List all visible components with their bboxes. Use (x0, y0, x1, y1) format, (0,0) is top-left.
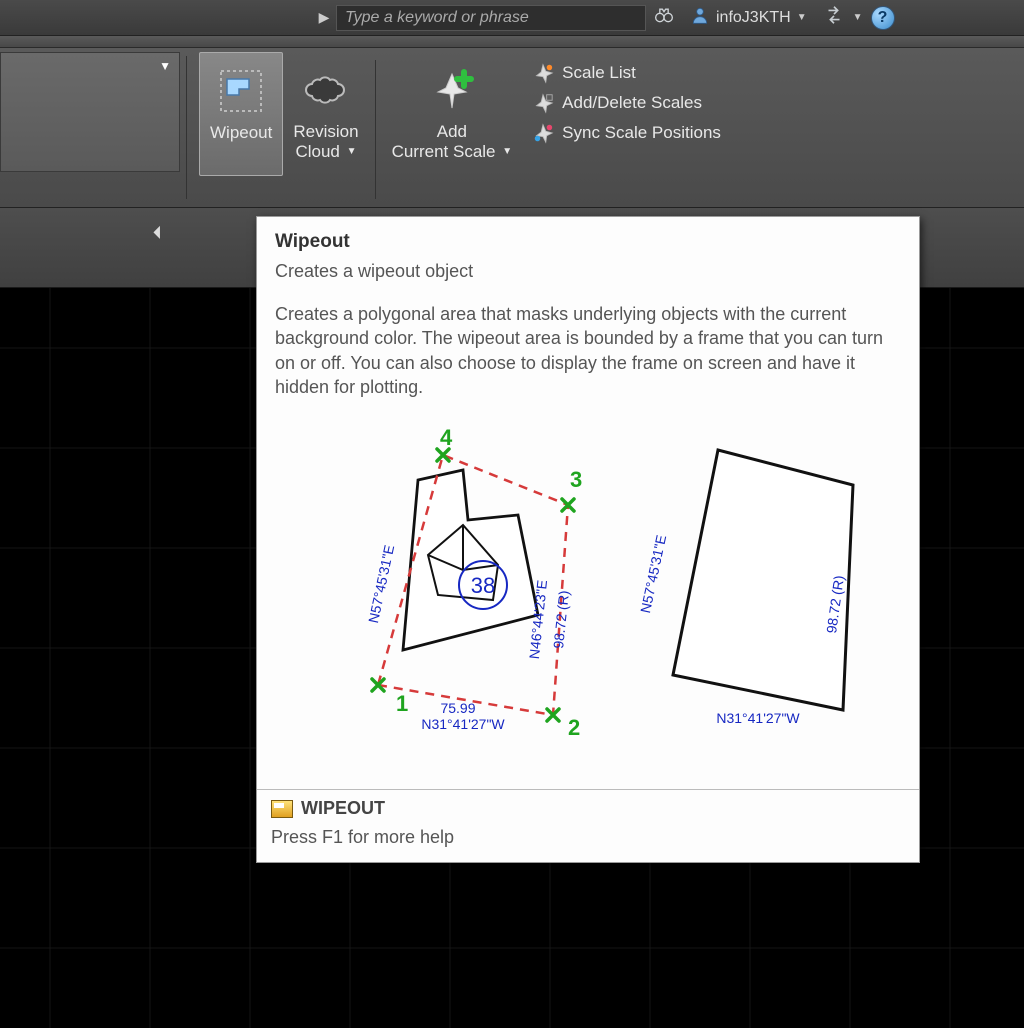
svg-text:2: 2 (568, 715, 580, 740)
chevron-down-icon: ▼ (159, 59, 171, 73)
revision-cloud-label-l2: Cloud (295, 142, 339, 161)
binoculars-icon[interactable] (654, 5, 674, 30)
svg-text:N31°41'27"W: N31°41'27"W (421, 716, 505, 732)
person-icon (690, 5, 710, 30)
ribbon: ▼ Wipeout Revision Cloud ▼ (0, 48, 1024, 208)
revision-cloud-button[interactable]: Revision Cloud ▼ (283, 52, 368, 176)
title-bar: ▶ Type a keyword or phrase infoJ3KTH ▼ ▼… (0, 0, 1024, 36)
wipeout-icon (215, 59, 267, 123)
search-input[interactable]: Type a keyword or phrase (336, 5, 646, 31)
ribbon-panel-dropdown[interactable]: ▼ (0, 52, 180, 172)
tab-strip (0, 36, 1024, 48)
scale-list-button[interactable]: Scale List (532, 62, 721, 84)
tooltip-long-desc: Creates a polygonal area that masks unde… (275, 302, 901, 399)
svg-text:N57°45'31"E: N57°45'31"E (637, 534, 669, 615)
scale-list-icon (532, 62, 554, 84)
menu-play-icon[interactable]: ▶ (312, 6, 336, 30)
add-scale-label-l2: Current Scale (392, 142, 496, 161)
tooltip-title: Wipeout (275, 231, 901, 253)
tooltip-panel: Wipeout Creates a wipeout object Creates… (256, 216, 920, 863)
lot-number: 38 (471, 573, 495, 598)
chevron-down-icon: ▼ (797, 12, 807, 23)
svg-text:1: 1 (396, 691, 408, 716)
help-icon[interactable]: ? (871, 6, 895, 30)
tooltip-short-desc: Creates a wipeout object (275, 261, 901, 282)
divider (375, 60, 376, 199)
add-delete-scales-button[interactable]: Add/Delete Scales (532, 92, 721, 114)
exchange-icon[interactable] (823, 4, 845, 31)
chevron-down-icon: ▼ (853, 12, 863, 23)
command-icon (271, 800, 293, 818)
add-current-scale-button[interactable]: Add Current Scale ▼ (382, 52, 523, 176)
svg-text:98.72 (R): 98.72 (R) (550, 590, 572, 650)
chevron-down-icon: ▼ (502, 146, 512, 157)
dialog-launcher-icon[interactable]: ◢ (152, 225, 168, 241)
divider (186, 56, 187, 199)
tooltip-help-hint: Press F1 for more help (271, 827, 905, 848)
svg-text:N57°45'31"E: N57°45'31"E (365, 544, 397, 625)
scale-list-label: Scale List (562, 63, 636, 83)
user-account-button[interactable]: infoJ3KTH ▼ (682, 3, 815, 32)
add-scale-label-l1: Add (437, 122, 467, 141)
sync-scale-positions-button[interactable]: Sync Scale Positions (532, 122, 721, 144)
chevron-down-icon: ▼ (347, 146, 357, 157)
add-scale-icon (424, 58, 480, 122)
svg-text:4: 4 (440, 425, 453, 450)
revision-cloud-icon (298, 58, 354, 122)
svg-text:3: 3 (570, 467, 582, 492)
add-delete-scales-icon (532, 92, 554, 114)
svg-text:N31°41'27"W: N31°41'27"W (716, 710, 800, 726)
username-label: infoJ3KTH (716, 9, 791, 27)
revision-cloud-label-l1: Revision (293, 122, 358, 141)
svg-text:75.99: 75.99 (440, 700, 475, 716)
sync-scale-label: Sync Scale Positions (562, 123, 721, 143)
wipeout-label: Wipeout (210, 123, 272, 143)
search-placeholder-text: Type a keyword or phrase (345, 9, 529, 27)
tooltip-illustration: 38 1 2 3 4 (275, 409, 901, 779)
tooltip-command-name: WIPEOUT (301, 798, 385, 819)
sync-scale-icon (532, 122, 554, 144)
add-delete-scales-label: Add/Delete Scales (562, 93, 702, 113)
wipeout-button[interactable]: Wipeout (199, 52, 283, 176)
